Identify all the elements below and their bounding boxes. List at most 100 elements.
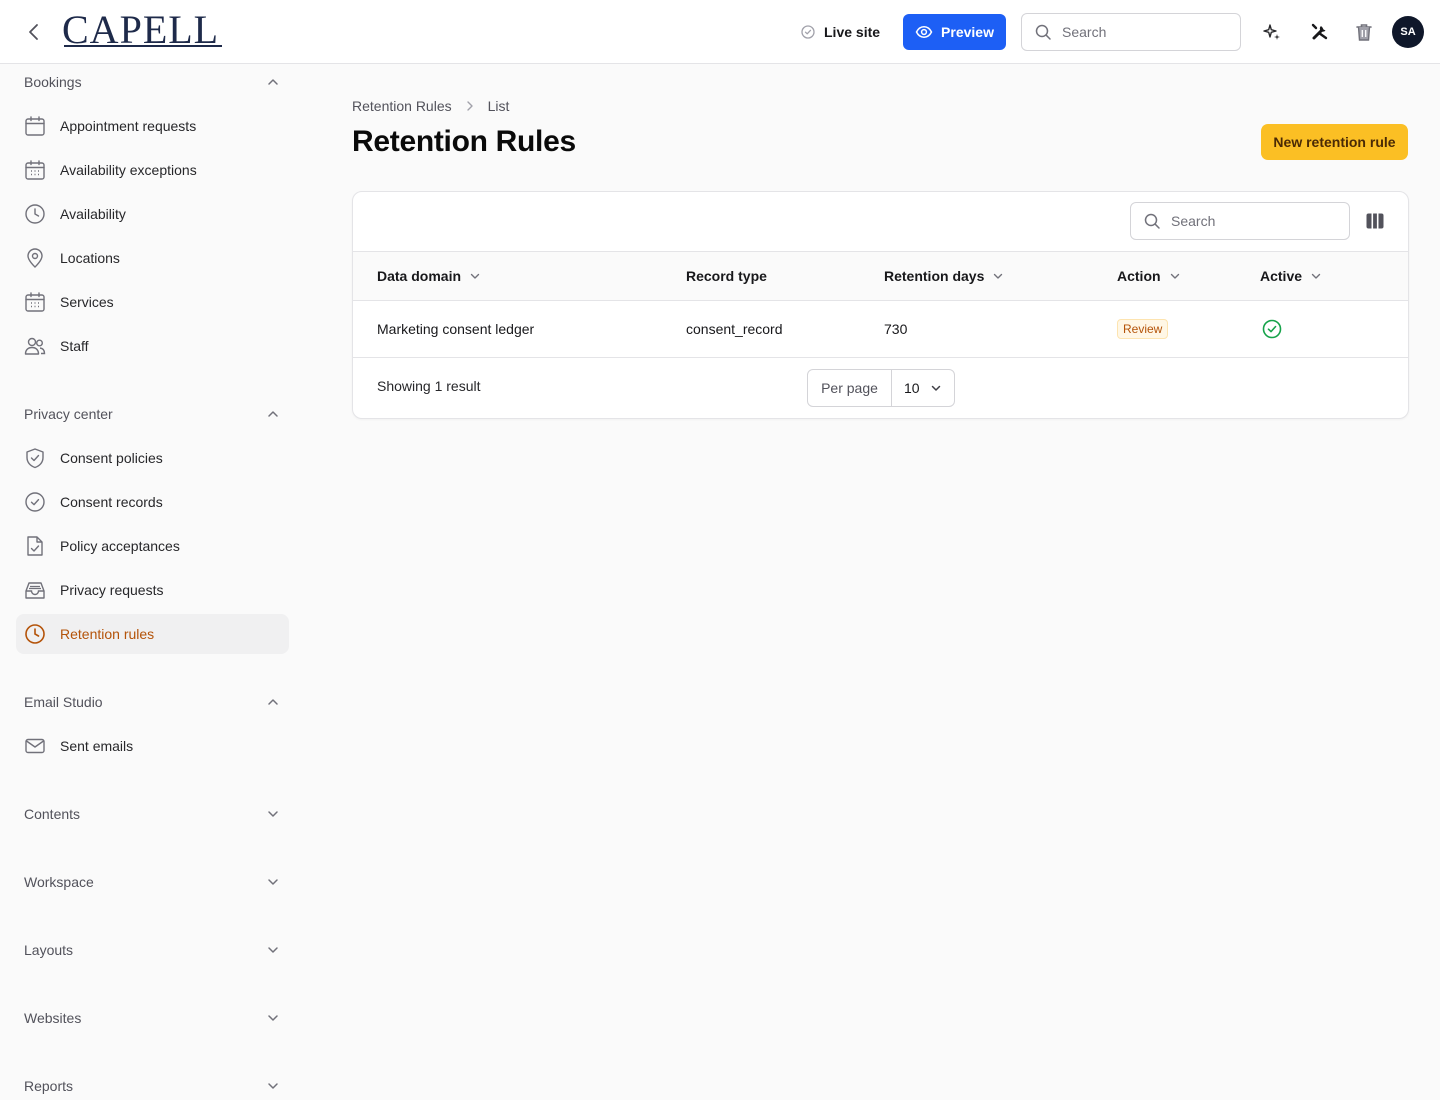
search-icon xyxy=(1144,213,1160,229)
breadcrumb-item[interactable]: Retention Rules xyxy=(352,98,452,114)
column-header-record-type: Record type xyxy=(686,252,767,300)
column-label: Active xyxy=(1260,268,1303,284)
sidebar-item-availability-exceptions[interactable]: Availability exceptions xyxy=(16,150,289,190)
sidebar-item-retention-rules[interactable]: Retention rules xyxy=(16,614,289,654)
chevron-up-icon xyxy=(268,411,278,417)
logo-underline xyxy=(64,45,222,47)
wrench-screwdriver-icon[interactable] xyxy=(1308,20,1332,44)
sidebar-group-bookings[interactable]: Bookings xyxy=(24,70,280,94)
chevron-down-icon xyxy=(268,811,278,817)
column-header-action[interactable]: Action xyxy=(1117,252,1181,300)
trash-icon[interactable] xyxy=(1352,20,1376,44)
sidebar-item-locations[interactable]: Locations xyxy=(16,238,289,278)
sidebar-item-privacy-requests[interactable]: Privacy requests xyxy=(16,570,289,610)
sidebar-item-label: Policy acceptances xyxy=(60,538,180,554)
chevron-down-icon xyxy=(268,947,278,953)
sidebar-item-label: Appointment requests xyxy=(60,118,197,134)
per-page-select[interactable]: Per page 10 xyxy=(807,369,955,407)
cell-active xyxy=(1261,301,1283,357)
sidebar-item-label: Privacy requests xyxy=(60,582,164,598)
sidebar-group-websites[interactable]: Websites xyxy=(24,1006,280,1030)
check-circle-icon xyxy=(801,25,815,39)
sidebar-item-consent-records[interactable]: Consent records xyxy=(16,482,289,522)
group-label: Workspace xyxy=(24,874,94,890)
document-check-icon xyxy=(24,535,46,557)
preview-label: Preview xyxy=(941,24,994,40)
column-label: Data domain xyxy=(377,268,462,284)
column-label: Record type xyxy=(686,268,767,284)
sidebar-group-email-studio[interactable]: Email Studio xyxy=(24,690,280,714)
global-search[interactable] xyxy=(1021,13,1241,51)
clock-icon xyxy=(24,623,46,645)
live-site-label: Live site xyxy=(824,24,881,40)
sidebar-item-consent-policies[interactable]: Consent policies xyxy=(16,438,289,478)
chevron-down-icon xyxy=(268,879,278,885)
group-label: Privacy center xyxy=(24,406,113,422)
chevron-up-icon xyxy=(268,699,278,705)
check-circle-icon xyxy=(24,491,46,513)
sidebar-item-label: Locations xyxy=(60,250,120,266)
envelope-icon xyxy=(24,735,46,757)
sidebar-group-contents[interactable]: Contents xyxy=(24,802,280,826)
sidebar-item-services[interactable]: Services xyxy=(16,282,289,322)
cell-action: Review xyxy=(1117,301,1169,357)
cell-record-type: consent_record xyxy=(686,321,783,337)
per-page-label: Per page xyxy=(808,370,892,406)
calendar-days-icon xyxy=(24,159,46,181)
per-page-dropdown[interactable]: 10 xyxy=(892,380,954,396)
table-card: Data domain Record type Retention days A… xyxy=(352,191,1409,419)
sidebar-item-appointment-requests[interactable]: Appointment requests xyxy=(16,106,289,146)
table-search-input[interactable] xyxy=(1171,213,1321,229)
sidebar-item-policy-acceptances[interactable]: Policy acceptances xyxy=(16,526,289,566)
sidebar-item-label: Retention rules xyxy=(60,626,155,642)
preview-button[interactable]: Preview xyxy=(903,14,1006,50)
page-title: Retention Rules xyxy=(352,125,576,158)
column-header-data-domain[interactable]: Data domain xyxy=(377,252,481,300)
table-header: Data domain Record type Retention days A… xyxy=(353,251,1408,301)
group-label: Email Studio xyxy=(24,694,103,710)
cell-retention-days: 730 xyxy=(884,321,908,337)
users-icon xyxy=(24,335,46,357)
action-badge: Review xyxy=(1117,319,1169,339)
sidebar-group-workspace[interactable]: Workspace xyxy=(24,870,280,894)
sidebar-item-label: Sent emails xyxy=(60,738,134,754)
column-header-active[interactable]: Active xyxy=(1260,252,1322,300)
chevron-down-icon xyxy=(931,385,941,391)
group-label: Bookings xyxy=(24,74,82,90)
back-icon[interactable] xyxy=(22,20,46,44)
breadcrumb-item-current: List xyxy=(487,98,510,114)
column-toggle-icon[interactable] xyxy=(1363,209,1387,233)
sidebar-item-label: Availability xyxy=(60,206,126,222)
column-header-retention-days[interactable]: Retention days xyxy=(884,252,1004,300)
sidebar-group-reports[interactable]: Reports xyxy=(24,1074,280,1098)
breadcrumb: Retention Rules List xyxy=(352,96,509,116)
sidebar-group-layouts[interactable]: Layouts xyxy=(24,938,280,962)
new-retention-rule-button[interactable]: New retention rule xyxy=(1261,124,1408,160)
table-search[interactable] xyxy=(1130,202,1350,240)
group-label: Reports xyxy=(24,1078,74,1094)
sidebar-item-sent-emails[interactable]: Sent emails xyxy=(16,726,289,766)
table-row[interactable]: Marketing consent ledger consent_record … xyxy=(353,301,1408,358)
column-label: Action xyxy=(1117,268,1161,284)
calendar-icon xyxy=(24,115,46,137)
sidebar-group-privacy-center[interactable]: Privacy center xyxy=(24,402,280,426)
chevron-down-icon xyxy=(1170,273,1179,279)
sidebar-item-label: Staff xyxy=(60,338,89,354)
sidebar: Bookings Appointment requests Availabili… xyxy=(0,64,305,1100)
search-icon xyxy=(1035,24,1051,40)
sparkles-icon[interactable] xyxy=(1260,20,1284,44)
sidebar-item-label: Availability exceptions xyxy=(60,162,197,178)
live-site-link[interactable]: Live site xyxy=(800,20,880,44)
sidebar-item-label: Consent policies xyxy=(60,450,163,466)
global-search-input[interactable] xyxy=(1062,24,1212,40)
inbox-icon xyxy=(24,579,46,601)
sidebar-item-availability[interactable]: Availability xyxy=(16,194,289,234)
group-label: Layouts xyxy=(24,942,74,958)
chevron-right-icon xyxy=(466,101,473,111)
chevron-down-icon xyxy=(470,273,480,279)
chevron-up-icon xyxy=(268,79,278,85)
sidebar-item-staff[interactable]: Staff xyxy=(16,326,289,366)
chevron-down-icon xyxy=(268,1083,278,1089)
eye-icon xyxy=(915,26,933,38)
user-avatar[interactable]: SA xyxy=(1392,16,1424,48)
